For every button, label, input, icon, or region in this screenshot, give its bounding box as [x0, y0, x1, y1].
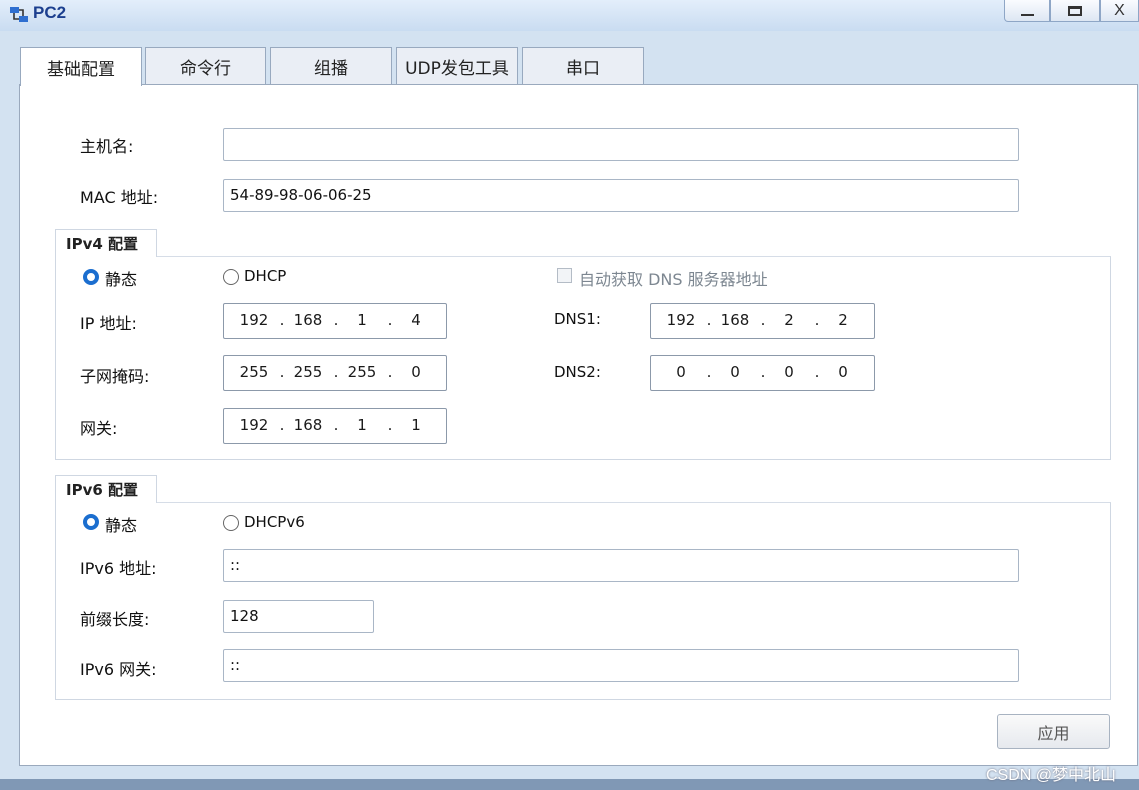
- minimize-button[interactable]: [1004, 0, 1050, 22]
- octet-dot: .: [387, 416, 393, 434]
- mask-label: 子网掩码:: [80, 367, 150, 386]
- prefix-length-label: 前缀长度:: [80, 610, 150, 629]
- tab-multicast[interactable]: 组播: [270, 47, 392, 84]
- ip-octet-2[interactable]: 168: [288, 311, 328, 329]
- apply-button[interactable]: 应用: [997, 714, 1110, 749]
- ipv6-static-label: 静态: [105, 516, 138, 535]
- dns1-octet-4[interactable]: 2: [823, 311, 863, 329]
- ipv6-gateway-label: IPv6 网关:: [80, 660, 157, 679]
- dns2-input[interactable]: 0 . 0 . 0 . 0: [650, 355, 875, 391]
- octet-dot: .: [814, 363, 820, 381]
- tab-basic-config[interactable]: 基础配置: [20, 47, 142, 86]
- octet-dot: .: [814, 311, 820, 329]
- dns2-octet-1[interactable]: 0: [661, 363, 701, 381]
- watermark-text: CSDN @梦中北山: [986, 767, 1117, 784]
- tab-command-line[interactable]: 命令行: [145, 47, 266, 84]
- gateway-octet-2[interactable]: 168: [288, 416, 328, 434]
- octet-dot: .: [387, 311, 393, 329]
- hostname-label: 主机名:: [80, 137, 134, 156]
- octet-dot: .: [279, 363, 285, 381]
- mask-octet-2[interactable]: 255: [288, 363, 328, 381]
- gateway-octet-3[interactable]: 1: [342, 416, 382, 434]
- ipv6-address-label: IPv6 地址:: [80, 559, 157, 578]
- dns2-octet-2[interactable]: 0: [715, 363, 755, 381]
- ipv6-dhcpv6-label: DHCPv6: [244, 513, 305, 531]
- ipv4-dhcp-radio[interactable]: [223, 269, 239, 285]
- gateway-octet-4[interactable]: 1: [396, 416, 436, 434]
- gateway-label: 网关:: [80, 419, 118, 438]
- prefix-length-input[interactable]: 128: [223, 600, 374, 633]
- ipv6-static-radio[interactable]: [83, 514, 99, 530]
- tab-udp-tool[interactable]: UDP发包工具: [396, 47, 518, 84]
- gateway-input[interactable]: 192 . 168 . 1 . 1: [223, 408, 447, 444]
- mask-octet-4[interactable]: 0: [396, 363, 436, 381]
- ipv6-gateway-input[interactable]: ::: [223, 649, 1019, 682]
- mask-octet-1[interactable]: 255: [234, 363, 274, 381]
- dns1-octet-2[interactable]: 168: [715, 311, 755, 329]
- maximize-button[interactable]: [1050, 0, 1100, 22]
- close-button[interactable]: X: [1100, 0, 1139, 22]
- auto-dns-label: 自动获取 DNS 服务器地址: [579, 270, 768, 289]
- octet-dot: .: [387, 363, 393, 381]
- dns2-octet-3[interactable]: 0: [769, 363, 809, 381]
- dns2-octet-4[interactable]: 0: [823, 363, 863, 381]
- ip-label: IP 地址:: [80, 314, 137, 333]
- octet-dot: .: [333, 416, 339, 434]
- subnet-mask-input[interactable]: 255 . 255 . 255 . 0: [223, 355, 447, 391]
- ipv4-static-radio[interactable]: [83, 269, 99, 285]
- mac-input[interactable]: 54-89-98-06-06-25: [223, 179, 1019, 212]
- ip-octet-3[interactable]: 1: [342, 311, 382, 329]
- window-bottom-border: [0, 779, 1139, 790]
- octet-dot: .: [760, 363, 766, 381]
- window-title: PC2: [33, 3, 67, 22]
- network-pc-icon: [10, 7, 28, 22]
- dns1-input[interactable]: 192 . 168 . 2 . 2: [650, 303, 875, 339]
- octet-dot: .: [279, 311, 285, 329]
- ipv6-address-input[interactable]: ::: [223, 549, 1019, 582]
- dns1-octet-1[interactable]: 192: [661, 311, 701, 329]
- gateway-octet-1[interactable]: 192: [234, 416, 274, 434]
- octet-dot: .: [706, 363, 712, 381]
- octet-dot: .: [706, 311, 712, 329]
- hostname-input[interactable]: [223, 128, 1019, 161]
- ipv4-group-title: IPv4 配置: [55, 229, 157, 257]
- octet-dot: .: [333, 363, 339, 381]
- ipv6-group-title: IPv6 配置: [55, 475, 157, 503]
- ip-address-input[interactable]: 192 . 168 . 1 . 4: [223, 303, 447, 339]
- ipv4-static-label: 静态: [105, 270, 138, 289]
- minimize-icon: [1020, 14, 1034, 16]
- maximize-icon: [1068, 5, 1082, 16]
- ip-octet-4[interactable]: 4: [396, 311, 436, 329]
- title-bar: PC2 X: [0, 0, 1139, 31]
- auto-dns-checkbox[interactable]: [557, 268, 572, 283]
- ipv4-dhcp-label: DHCP: [244, 267, 287, 285]
- tab-serial[interactable]: 串口: [522, 47, 644, 84]
- ip-octet-1[interactable]: 192: [234, 311, 274, 329]
- dns2-label: DNS2:: [554, 363, 601, 381]
- dns1-octet-3[interactable]: 2: [769, 311, 809, 329]
- mask-octet-3[interactable]: 255: [342, 363, 382, 381]
- octet-dot: .: [279, 416, 285, 434]
- ipv6-dhcpv6-radio[interactable]: [223, 515, 239, 531]
- octet-dot: .: [760, 311, 766, 329]
- mac-label: MAC 地址:: [80, 188, 159, 207]
- dns1-label: DNS1:: [554, 310, 601, 328]
- octet-dot: .: [333, 311, 339, 329]
